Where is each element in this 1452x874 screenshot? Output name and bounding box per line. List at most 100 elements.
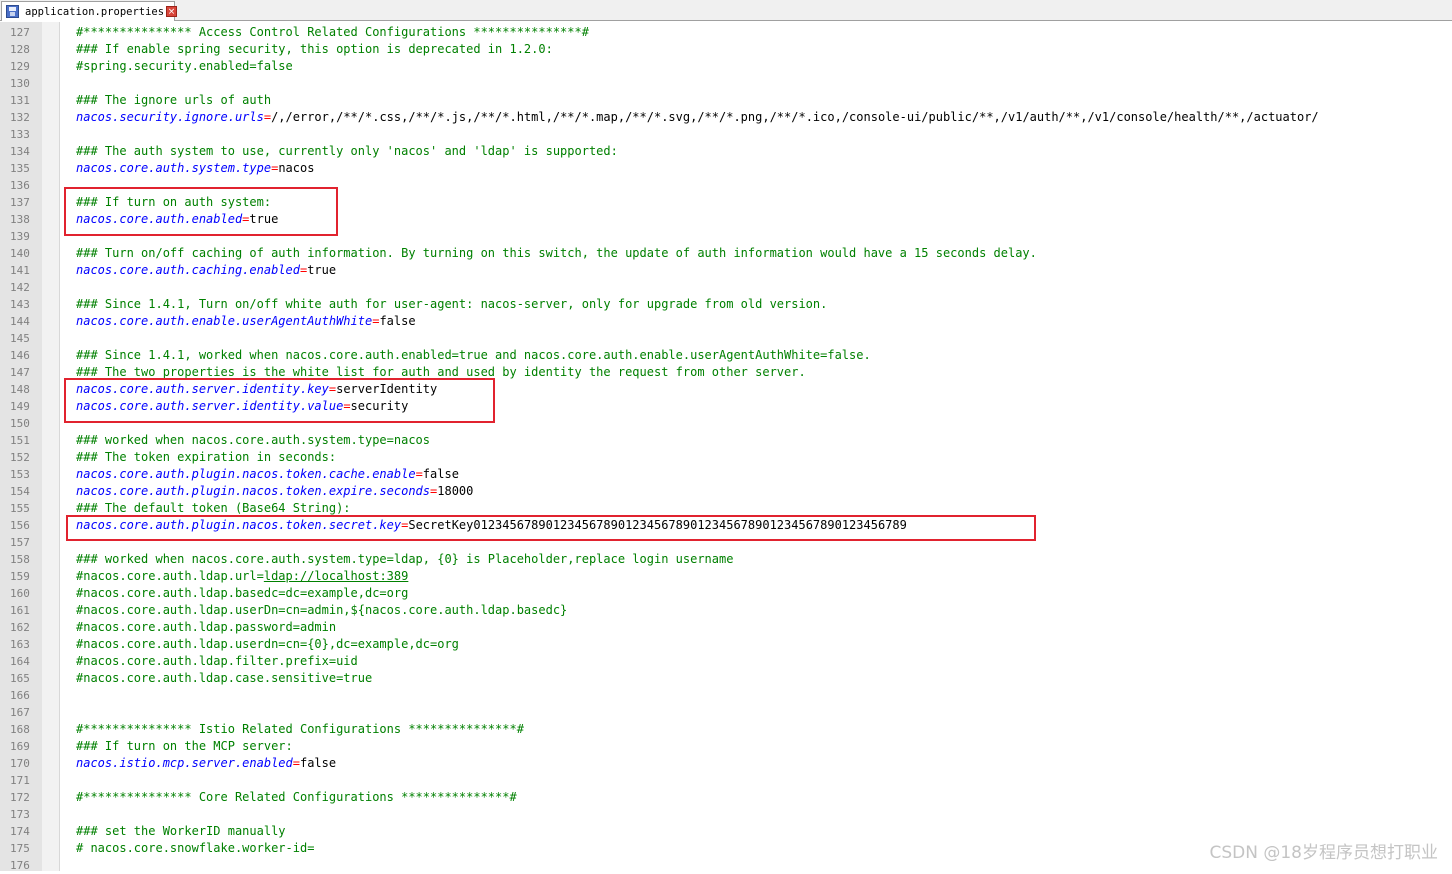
code-comment: ### The ignore urls of auth: [76, 93, 272, 107]
code-comment: #nacos.core.auth.ldap.case.sensitive=tru…: [76, 671, 373, 685]
line-number: 165: [10, 672, 30, 685]
code-comment: # nacos.core.snowflake.worker-id=: [76, 841, 315, 855]
code-line[interactable]: ### If enable spring security, this opti…: [76, 41, 553, 58]
code-line[interactable]: ### If turn on the MCP server:: [76, 738, 293, 755]
code-line[interactable]: # nacos.core.snowflake.worker-id=: [76, 840, 314, 857]
line-number-gutter: 127 128 129 130 131 132 133 134 135 136 137 138 139 1…: [0, 22, 42, 872]
line-number: 149: [10, 400, 30, 413]
property-key: nacos.istio.mcp.server.enabled: [76, 756, 293, 770]
line-number: 152: [10, 451, 30, 464]
line-number: 141: [10, 264, 30, 277]
property-key: nacos.security.ignore.urls: [76, 110, 264, 124]
line-number: 173: [10, 808, 30, 821]
property-value: false: [299, 756, 337, 770]
line-number: 158: [10, 553, 30, 566]
code-line[interactable]: nacos.security.ignore.urls=/,/error,/**/…: [76, 109, 1319, 126]
equals-sign: =: [263, 110, 272, 124]
line-number: 132: [10, 111, 30, 124]
line-number: 145: [10, 332, 30, 345]
tab-application-properties[interactable]: application.properties ×: [1, 1, 178, 21]
line-number: 148: [10, 383, 30, 396]
code-line[interactable]: nacos.core.auth.caching.enabled=true: [76, 262, 336, 279]
code-comment: #*************** Access Control Related …: [76, 25, 589, 39]
highlight-box-secret-key: [66, 515, 1036, 541]
code-line[interactable]: ### worked when nacos.core.auth.system.t…: [76, 432, 430, 449]
code-comment: ### The two properties is the white list…: [76, 365, 806, 379]
code-editor[interactable]: 127 128 129 130 131 132 133 134 135 136 137 138 139 1…: [0, 22, 1452, 872]
code-line[interactable]: ### set the WorkerID manually: [76, 823, 286, 840]
code-line[interactable]: nacos.core.auth.plugin.nacos.token.cache…: [76, 466, 459, 483]
line-number: 127: [10, 26, 30, 39]
line-number: 130: [10, 77, 30, 90]
code-line[interactable]: ### Since 1.4.1, worked when nacos.core.…: [76, 347, 871, 364]
property-value: true: [307, 263, 337, 277]
code-line[interactable]: #nacos.core.auth.ldap.userDn=cn=admin,${…: [76, 602, 567, 619]
line-number: 135: [10, 162, 30, 175]
line-number: 164: [10, 655, 30, 668]
code-line[interactable]: #nacos.core.auth.ldap.filter.prefix=uid: [76, 653, 358, 670]
code-line[interactable]: ### Since 1.4.1, Turn on/off white auth …: [76, 296, 827, 313]
line-number: 176: [10, 859, 30, 872]
property-value: false: [422, 467, 459, 481]
code-line[interactable]: #*************** Istio Related Configura…: [76, 721, 524, 738]
code-comment: #nacos.core.auth.ldap.basedc=dc=example,…: [76, 586, 409, 600]
line-number: 153: [10, 468, 30, 481]
code-line[interactable]: #nacos.core.auth.ldap.userdn=cn={0},dc=e…: [76, 636, 459, 653]
code-line[interactable]: #nacos.core.auth.ldap.case.sensitive=tru…: [76, 670, 372, 687]
code-comment: ### Since 1.4.1, Turn on/off white auth …: [76, 297, 828, 311]
code-comment: #nacos.core.auth.ldap.userdn=cn={0},dc=e…: [76, 637, 459, 651]
code-comment: #nacos.core.auth.ldap.password=admin: [76, 620, 337, 634]
property-value: nacos: [278, 161, 315, 175]
code-comment: ### Since 1.4.1, worked when nacos.core.…: [76, 348, 871, 362]
code-line[interactable]: ### Turn on/off caching of auth informat…: [76, 245, 1037, 262]
code-line[interactable]: ### The ignore urls of auth: [76, 92, 271, 109]
fold-margin: [42, 22, 60, 871]
tab-label: application.properties: [25, 5, 165, 18]
line-number: 159: [10, 570, 30, 583]
property-key: nacos.core.auth.system.type: [76, 161, 272, 175]
code-comment: #nacos.core.auth.ldap.filter.prefix=uid: [76, 654, 358, 668]
code-line[interactable]: #nacos.core.auth.ldap.basedc=dc=example,…: [76, 585, 408, 602]
line-number: 162: [10, 621, 30, 634]
line-number: 170: [10, 757, 30, 770]
line-number: 138: [10, 213, 30, 226]
line-number: 174: [10, 825, 30, 838]
line-number: 175: [10, 842, 30, 855]
line-number: 161: [10, 604, 30, 617]
line-number: 156: [10, 519, 30, 532]
code-line[interactable]: #spring.security.enabled=false: [76, 58, 293, 75]
code-line[interactable]: #nacos.core.auth.ldap.url=ldap://localho…: [76, 568, 408, 585]
code-line[interactable]: nacos.core.auth.enable.userAgentAuthWhit…: [76, 313, 416, 330]
code-line[interactable]: ### The auth system to use, currently on…: [76, 143, 618, 160]
highlight-box-server-identity: [64, 378, 495, 423]
code-comment: ### If enable spring security, this opti…: [76, 42, 553, 56]
code-line[interactable]: nacos.core.auth.system.type=nacos: [76, 160, 314, 177]
code-comment: ### worked when nacos.core.auth.system.t…: [76, 433, 431, 447]
code-line[interactable]: #*************** Core Related Configurat…: [76, 789, 517, 806]
line-number: 163: [10, 638, 30, 651]
property-key: nacos.core.auth.enable.userAgentAuthWhit…: [76, 314, 373, 328]
line-number: 128: [10, 43, 30, 56]
line-number: 168: [10, 723, 30, 736]
code-comment: ### worked when nacos.core.auth.system.t…: [76, 552, 734, 566]
line-number: 150: [10, 417, 30, 430]
code-line[interactable]: ### worked when nacos.core.auth.system.t…: [76, 551, 733, 568]
close-tab-icon[interactable]: ×: [166, 6, 178, 17]
line-number: 129: [10, 60, 30, 73]
code-line[interactable]: nacos.istio.mcp.server.enabled=false: [76, 755, 336, 772]
line-number: 144: [10, 315, 30, 328]
equals-sign: =: [415, 467, 423, 481]
highlight-box-auth-enabled: [64, 187, 338, 236]
code-line[interactable]: #*************** Access Control Related …: [76, 24, 589, 41]
code-line[interactable]: ### The token expiration in seconds:: [76, 449, 336, 466]
code-line[interactable]: #nacos.core.auth.ldap.password=admin: [76, 619, 336, 636]
line-number: 146: [10, 349, 30, 362]
line-number: 142: [10, 281, 30, 294]
code-link[interactable]: ldap://localhost:389: [264, 569, 409, 583]
property-value: false: [379, 314, 416, 328]
code-comment: ### The default token (Base64 String):: [76, 501, 351, 515]
code-comment: ### The auth system to use, currently on…: [76, 144, 618, 158]
code-line[interactable]: nacos.core.auth.plugin.nacos.token.expir…: [76, 483, 473, 500]
line-number: 147: [10, 366, 30, 379]
file-saved-icon: [6, 5, 19, 18]
